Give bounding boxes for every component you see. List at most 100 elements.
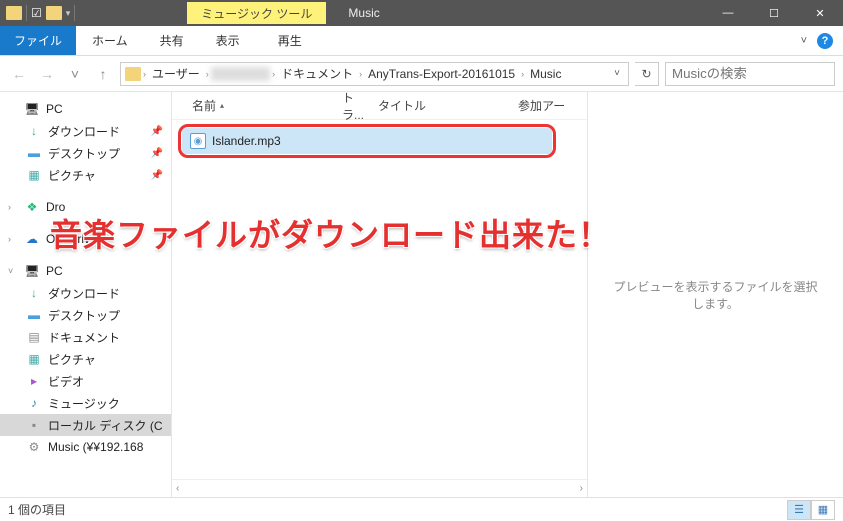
address-dropdown-icon[interactable]: ˅ <box>610 68 624 79</box>
up-button[interactable]: ↑ <box>92 63 114 85</box>
minimize-button[interactable]: — <box>705 0 751 26</box>
file-tab[interactable]: ファイル <box>0 26 76 55</box>
titlebar: ☑ ▾ ミュージック ツール Music — ☐ ✕ <box>0 0 843 26</box>
breadcrumb-redacted[interactable]: user <box>211 67 270 81</box>
annotation-text: 音楽ファイルがダウンロード出来た！ <box>50 210 611 256</box>
chevron-right-icon[interactable]: › <box>359 69 362 79</box>
tree-node-documents[interactable]: ドキュメント <box>0 326 171 348</box>
tree-node-network-music[interactable]: Music (¥¥192.168 <box>0 436 171 458</box>
tree-label: デスクトップ <box>48 307 120 324</box>
pin-icon: 📌 <box>151 126 163 137</box>
preview-pane: プレビューを表示するファイルを選択します。 <box>588 92 843 497</box>
tree-node-quick-pc[interactable]: PC <box>0 98 171 120</box>
tree-node-local-disk[interactable]: ローカル ディスク (C <box>0 414 171 436</box>
chevron-down-icon[interactable]: ˅ <box>8 266 18 276</box>
item-count: 1 個の項目 <box>8 501 66 518</box>
file-list[interactable]: 名前▴ トラ... タイトル 参加アー ◉ Islander.mp3 ‹› <box>172 92 588 497</box>
download-icon <box>26 124 42 138</box>
file-name: Islander.mp3 <box>212 134 281 148</box>
tree-node-videos[interactable]: ビデオ <box>0 370 171 392</box>
tab-view[interactable]: 表示 <box>200 26 256 55</box>
main-area: PC ダウンロード📌 デスクトップ📌 ピクチャ📌 ›Dro ›OneDrive … <box>0 92 843 497</box>
tree-label: ダウンロード <box>48 285 120 302</box>
tree-label: PC <box>46 102 63 116</box>
chevron-right-icon[interactable]: › <box>206 69 209 79</box>
tree-node-pictures[interactable]: ピクチャ 📌 <box>0 164 171 186</box>
tree-label: ピクチャ <box>48 167 96 184</box>
navigation-tree[interactable]: PC ダウンロード📌 デスクトップ📌 ピクチャ📌 ›Dro ›OneDrive … <box>0 92 172 497</box>
onedrive-icon <box>24 232 40 246</box>
status-bar: 1 個の項目 ☰ ▦ <box>0 497 843 521</box>
back-button[interactable]: ← <box>8 63 30 85</box>
forward-button[interactable]: → <box>36 63 58 85</box>
tree-node-pc[interactable]: ˅ PC <box>0 260 171 282</box>
tree-label: ドキュメント <box>48 329 120 346</box>
tree-label: ローカル ディスク (C <box>48 417 163 434</box>
file-row[interactable]: ◉ Islander.mp3 <box>182 128 552 154</box>
quick-access-toolbar: ☑ ▾ <box>0 5 81 21</box>
qat-dropdown-icon[interactable]: ▾ <box>66 8 71 19</box>
address-bar-row: ← → ˅ ↑ › ユーザー › user › ドキュメント › AnyTran… <box>0 56 843 92</box>
content-pane: 名前▴ トラ... タイトル 参加アー ◉ Islander.mp3 ‹› プレ… <box>172 92 843 497</box>
column-title[interactable]: タイトル <box>370 97 510 114</box>
column-artists[interactable]: 参加アー <box>510 97 573 114</box>
column-headers: 名前▴ トラ... タイトル 参加アー <box>172 92 587 120</box>
help-icon[interactable]: ? <box>817 33 833 49</box>
column-track[interactable]: トラ... <box>334 89 370 123</box>
pin-icon: 📌 <box>151 170 163 181</box>
address-bar[interactable]: › ユーザー › user › ドキュメント › AnyTrans-Export… <box>120 62 629 86</box>
network-drive-icon <box>26 440 42 454</box>
tab-home[interactable]: ホーム <box>76 26 144 55</box>
audio-file-icon: ◉ <box>190 133 206 149</box>
chevron-right-icon[interactable]: › <box>521 69 524 79</box>
tree-label: ダウンロード <box>48 123 120 140</box>
tree-node-downloads[interactable]: ダウンロード <box>0 282 171 304</box>
breadcrumb[interactable]: Music <box>526 67 565 81</box>
tab-share[interactable]: 共有 <box>144 26 200 55</box>
chevron-right-icon[interactable]: › <box>8 234 18 244</box>
video-icon <box>26 374 42 388</box>
scroll-right-icon[interactable]: › <box>580 483 583 494</box>
qat-separator <box>26 5 27 21</box>
chevron-right-icon[interactable]: › <box>272 69 275 79</box>
sort-asc-icon: ▴ <box>220 101 224 110</box>
tree-node-desktop[interactable]: デスクトップ 📌 <box>0 142 171 164</box>
window-controls: — ☐ ✕ <box>705 0 843 26</box>
recent-locations-button[interactable]: ˅ <box>64 63 86 85</box>
pc-icon <box>24 102 40 116</box>
breadcrumb[interactable]: AnyTrans-Export-20161015 <box>364 67 519 81</box>
close-button[interactable]: ✕ <box>797 0 843 26</box>
desktop-icon <box>26 308 42 322</box>
tree-label: デスクトップ <box>48 145 120 162</box>
tree-node-desktop[interactable]: デスクトップ <box>0 304 171 326</box>
tree-label: ピクチャ <box>48 351 96 368</box>
breadcrumb[interactable]: ドキュメント <box>277 65 357 82</box>
disk-icon <box>26 418 42 432</box>
chevron-right-icon[interactable]: › <box>143 69 146 79</box>
horizontal-scrollbar[interactable]: ‹› <box>172 479 587 497</box>
chevron-right-icon[interactable]: › <box>8 202 18 212</box>
tree-label: ミュージック <box>48 395 120 412</box>
tree-node-music[interactable]: ミュージック <box>0 392 171 414</box>
preview-placeholder: プレビューを表示するファイルを選択します。 <box>608 278 823 312</box>
pin-icon: 📌 <box>151 148 163 159</box>
dropbox-icon <box>24 200 40 214</box>
tree-label: ビデオ <box>48 373 84 390</box>
refresh-button[interactable]: ↻ <box>635 62 659 86</box>
contextual-tab-label: ミュージック ツール <box>187 2 326 24</box>
scroll-left-icon[interactable]: ‹ <box>176 483 179 494</box>
tab-play[interactable]: 再生 <box>262 26 318 55</box>
ribbon-expand-icon[interactable]: ˅ <box>801 35 807 47</box>
column-name[interactable]: 名前▴ <box>184 97 334 114</box>
tree-label: PC <box>46 264 63 278</box>
qat-check-icon[interactable]: ☑ <box>31 6 42 20</box>
tree-node-downloads[interactable]: ダウンロード 📌 <box>0 120 171 142</box>
pc-icon <box>24 264 40 278</box>
folder-icon[interactable] <box>46 6 62 20</box>
qat-separator <box>74 5 75 21</box>
maximize-button[interactable]: ☐ <box>751 0 797 26</box>
documents-icon <box>26 330 42 344</box>
breadcrumb[interactable]: ユーザー <box>148 65 204 82</box>
tree-node-pictures[interactable]: ピクチャ <box>0 348 171 370</box>
search-input[interactable] <box>665 62 835 86</box>
